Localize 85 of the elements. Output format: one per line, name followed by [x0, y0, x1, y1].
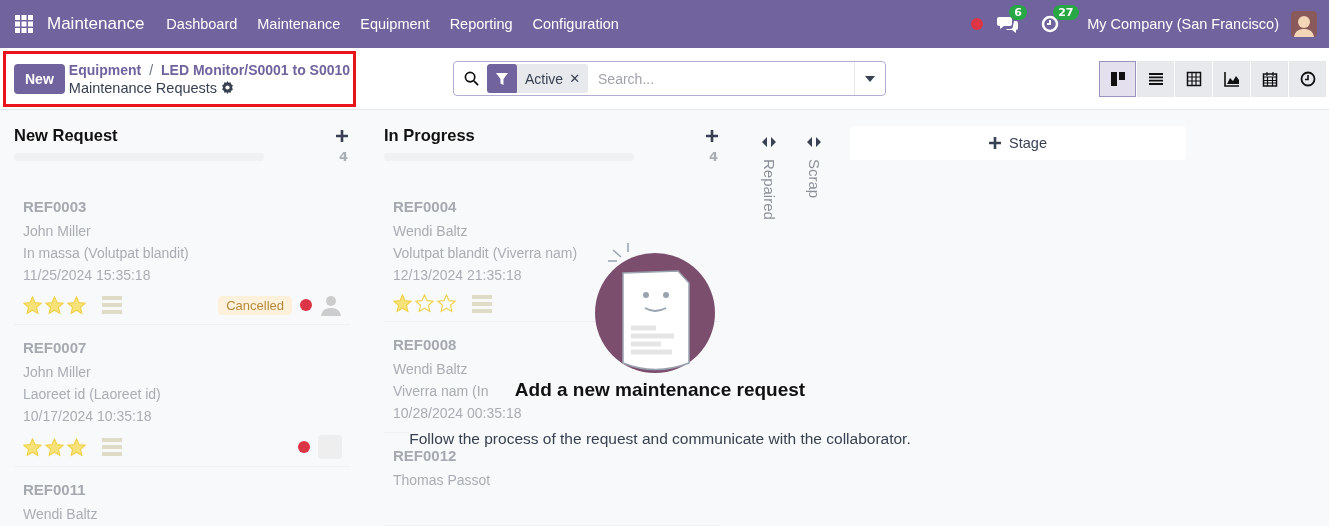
page-title: Maintenance Requests [68, 79, 218, 96]
clock-icon[interactable] [1041, 15, 1060, 33]
status-dot[interactable] [298, 441, 310, 453]
request-date: 11/25/2024 15:35:18 [23, 266, 151, 285]
search-field[interactable]: Active ✕ Search... [453, 61, 886, 96]
request-reference: REF0004 [393, 198, 457, 215]
status-badge: Cancelled [218, 295, 292, 315]
status-dot[interactable] [971, 18, 984, 30]
add-stage-button[interactable]: Stage [850, 126, 1186, 160]
list-icon [472, 294, 492, 313]
technician-name: Thomas Passot [393, 471, 491, 490]
star-icon [67, 295, 86, 315]
remove-facet-button[interactable]: ✕ [569, 71, 589, 86]
search-icon [464, 71, 479, 86]
new-button[interactable]: New [14, 63, 65, 94]
equipment-name: Volutpat blandit (Viverra nam) [393, 244, 578, 263]
request-reference: REF0008 [393, 336, 457, 353]
technician-name: Wendi Baltz [393, 360, 468, 379]
caret-icon [865, 75, 875, 82]
column-title: New Request [14, 126, 118, 145]
star-icon [45, 295, 64, 315]
breadcrumb-separator: / [149, 61, 154, 78]
star-icon [393, 294, 412, 313]
help-title: Add a new maintenance request [514, 379, 806, 401]
status-dot[interactable] [300, 299, 312, 311]
expand-icon [807, 137, 821, 147]
menu-item[interactable]: Reporting [439, 16, 523, 32]
calendar-icon [1261, 70, 1278, 87]
area-chart-icon [1223, 70, 1240, 87]
request-date: 12/13/2024 21:35:18 [393, 266, 522, 285]
request-reference: REF0011 [23, 481, 86, 498]
priority-stars[interactable] [23, 295, 86, 315]
view-switch-button[interactable] [1099, 60, 1136, 97]
menu-item[interactable]: Maintenance [247, 16, 351, 32]
apps-menu-icon[interactable] [15, 15, 33, 33]
equipment-name: Laoreet id (Laoreet id) [23, 385, 161, 404]
request-date: 10/28/2024 00:35:18 [393, 404, 522, 423]
clock-icon [1299, 70, 1316, 87]
star-icon [45, 437, 64, 457]
table-icon [1185, 70, 1202, 87]
quick-create-button[interactable] [336, 129, 348, 142]
breadcrumb-link[interactable]: LED Monitor/S0001 to S0010 [161, 61, 351, 78]
column-title: In Progress [384, 126, 475, 145]
record-count: 4 [708, 149, 719, 164]
technician-name: John Miller [23, 363, 91, 382]
priority-stars[interactable] [393, 294, 456, 313]
equipment-name: In massa (Volutpat blandit) [23, 244, 189, 263]
menu-item[interactable]: Dashboard [156, 16, 248, 32]
user-avatar-icon[interactable] [1291, 11, 1317, 37]
kanban-icon [1109, 70, 1126, 87]
menu-item[interactable]: Equipment [350, 16, 440, 32]
filter-facet: Active [524, 70, 565, 87]
activity-count-badge: 27 [1053, 5, 1079, 20]
technician-name: John Miller [23, 222, 91, 241]
list-icon [1147, 70, 1164, 87]
priority-stars[interactable] [23, 437, 86, 457]
plus-icon [706, 129, 718, 142]
list-icon [102, 438, 122, 456]
list-icon [102, 296, 122, 314]
equipment-name: Viverra nam (In [393, 382, 489, 401]
record-count: 4 [338, 149, 349, 164]
folded-column[interactable]: Repaired [754, 126, 784, 220]
request-date: 10/17/2024 10:35:18 [23, 407, 152, 426]
star-icon [23, 437, 42, 457]
technician-name: Wendi Baltz [23, 505, 98, 524]
star-icon [23, 295, 42, 315]
filter-icon [487, 64, 517, 93]
folded-column[interactable]: Scrap [799, 126, 829, 199]
technician-name: Wendi Baltz [393, 222, 468, 241]
plus-icon [989, 137, 1002, 149]
app-name[interactable]: Maintenance [47, 14, 145, 34]
star-icon [437, 294, 456, 313]
quick-create-button[interactable] [706, 129, 718, 142]
expand-icon [762, 137, 776, 147]
star-icon [67, 437, 86, 457]
request-reference: REF0003 [23, 198, 87, 215]
message-count-badge: 6 [1009, 5, 1027, 20]
chat-icon[interactable] [997, 15, 1020, 33]
settings-icon[interactable] [221, 81, 235, 94]
star-icon [415, 294, 434, 313]
breadcrumb-link[interactable]: Equipment [68, 61, 142, 78]
menu-item[interactable]: Configuration [522, 16, 629, 32]
company-switcher[interactable]: My Company (San Francisco) [1087, 16, 1279, 32]
request-reference: REF0007 [23, 339, 87, 356]
plus-icon [336, 129, 348, 142]
